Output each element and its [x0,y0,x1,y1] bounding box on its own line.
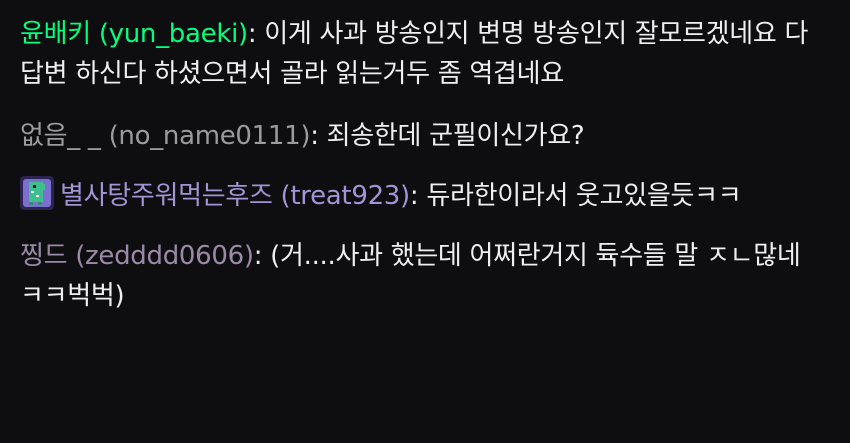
chat-separator: : [253,241,263,271]
chat-username[interactable]: 없음_ _ (no_name0111) [20,121,311,151]
chat-log: 윤배키 (yun_baeki): 이게 사과 방송인지 변명 방송인지 잘모르겠… [0,0,850,443]
chat-username[interactable]: 별사탕주워먹는후즈 (treat923) [60,181,410,211]
chat-message: 없음_ _ (no_name0111): 죄송한데 군필이신가요? [20,116,830,156]
chat-message-text: 듀라한이라서 웃고있을듯ㅋㅋ [418,181,742,211]
chat-message: 윤배키 (yun_baeki): 이게 사과 방송인지 변명 방송인지 잘모르겠… [20,14,830,94]
chat-message-text: 죄송한데 군필이신가요? [318,121,585,151]
chat-username[interactable]: 찡드 (zedddd0606) [20,241,254,271]
chat-message: 별사탕주워먹는후즈 (treat923): 듀라한이라서 웃고있을듯ㅋㅋ [20,176,830,216]
chat-message: 찡드 (zedddd0606): (거....사과 했는데 어쩌란거지 듁수들 … [20,236,830,316]
chat-separator: : [310,121,319,151]
chat-username[interactable]: 윤배키 (yun_baeki) [20,19,248,49]
dino-badge-icon[interactable] [20,176,54,210]
